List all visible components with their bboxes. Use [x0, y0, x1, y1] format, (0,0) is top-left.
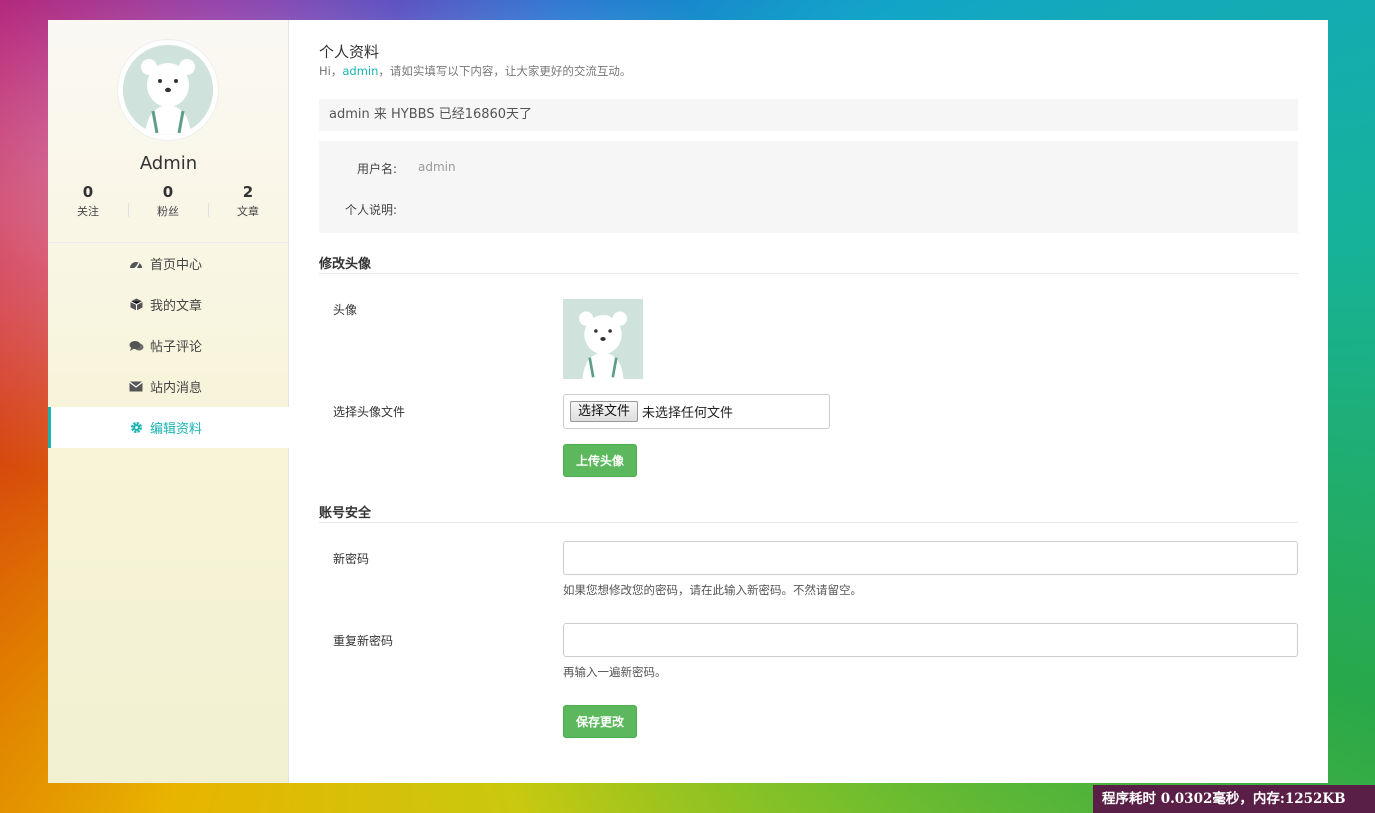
sidebar-item-home[interactable]: 首页中心 — [48, 243, 289, 284]
stat-value: 0 — [162, 183, 174, 201]
avatar[interactable] — [118, 40, 218, 140]
profile-info-box: 用户名: admin 个人说明: — [319, 141, 1298, 233]
avatar-file-input[interactable]: 选择文件 未选择任何文件 — [563, 394, 830, 429]
sidebar: Admin 0 关注 0 粉丝 2 文章 首页中心 我的文章 帖子评论 站内消息… — [48, 20, 289, 783]
sidebar-item-label: 站内消息 — [150, 381, 203, 396]
profile-stats: 0 关注 0 粉丝 2 文章 — [48, 183, 289, 219]
section-heading-avatar: 修改头像 — [319, 253, 1298, 274]
save-changes-button[interactable]: 保存更改 — [563, 705, 637, 738]
avatar-label: 头像 — [333, 303, 358, 317]
profile-username: Admin — [139, 153, 198, 174]
performance-status-bar: 程序耗时 0.0302毫秒，内存:1252KB — [1093, 785, 1375, 813]
section-heading-security: 账号安全 — [319, 502, 1298, 523]
stat-articles[interactable]: 2 文章 — [208, 183, 288, 219]
file-status-text: 未选择任何文件 — [642, 406, 734, 421]
bear-avatar-image — [123, 45, 213, 135]
page-title: 个人资料 — [319, 43, 380, 61]
current-avatar-image — [563, 299, 643, 379]
sidebar-item-messages[interactable]: 站内消息 — [48, 366, 289, 407]
stat-label: 文章 — [237, 205, 259, 218]
new-password-field[interactable] — [563, 541, 1298, 575]
stat-label: 粉丝 — [157, 205, 179, 218]
info-username-label: 用户名: — [356, 162, 397, 176]
envelope-icon — [128, 380, 144, 394]
stat-label: 关注 — [77, 205, 99, 218]
new-password-hint: 如果您想修改您的密码，请在此输入新密码。不然请留空。 — [563, 583, 862, 597]
sidebar-item-label: 我的文章 — [150, 299, 203, 314]
subtitle-user-link[interactable]: admin — [342, 64, 378, 78]
comments-icon — [128, 339, 144, 353]
profile-card: Admin 0 关注 0 粉丝 2 文章 首页中心 我的文章 帖子评论 站内消息… — [48, 20, 1328, 783]
gear-icon — [128, 421, 144, 435]
new-password-label: 新密码 — [333, 552, 370, 566]
upload-avatar-button[interactable]: 上传头像 — [563, 444, 637, 477]
repeat-password-field[interactable] — [563, 623, 1298, 657]
subtitle-suffix: ，请如实填写以下内容，让大家更好的交流互动。 — [378, 64, 632, 78]
sidebar-item-edit-profile[interactable]: 编辑资料 — [48, 407, 289, 448]
dashboard-icon — [128, 257, 144, 271]
info-username-value: admin — [418, 160, 456, 174]
membership-days-banner: admin 来 HYBBS 已经16860天了 — [319, 99, 1298, 131]
info-bio-label: 个人说明: — [344, 203, 397, 217]
choose-file-button[interactable]: 选择文件 — [570, 401, 639, 422]
sidebar-nav: 首页中心 我的文章 帖子评论 站内消息 编辑资料 — [48, 242, 289, 448]
cube-icon — [128, 298, 144, 312]
sidebar-item-comments[interactable]: 帖子评论 — [48, 325, 289, 366]
stat-following[interactable]: 0 关注 — [48, 183, 128, 219]
repeat-password-label: 重复新密码 — [333, 634, 394, 648]
subtitle-prefix: Hi， — [319, 64, 343, 78]
stat-followers[interactable]: 0 粉丝 — [128, 183, 208, 219]
repeat-password-hint: 再输入一遍新密码。 — [563, 665, 667, 679]
sidebar-item-label: 首页中心 — [150, 258, 203, 273]
avatar-file-label: 选择头像文件 — [333, 405, 406, 419]
sidebar-item-label: 帖子评论 — [150, 340, 203, 355]
stat-value: 0 — [82, 183, 94, 201]
sidebar-item-articles[interactable]: 我的文章 — [48, 284, 289, 325]
page-subtitle: Hi，admin，请如实填写以下内容，让大家更好的交流互动。 — [319, 63, 631, 79]
sidebar-item-label: 编辑资料 — [150, 422, 203, 437]
stat-value: 2 — [242, 183, 254, 201]
